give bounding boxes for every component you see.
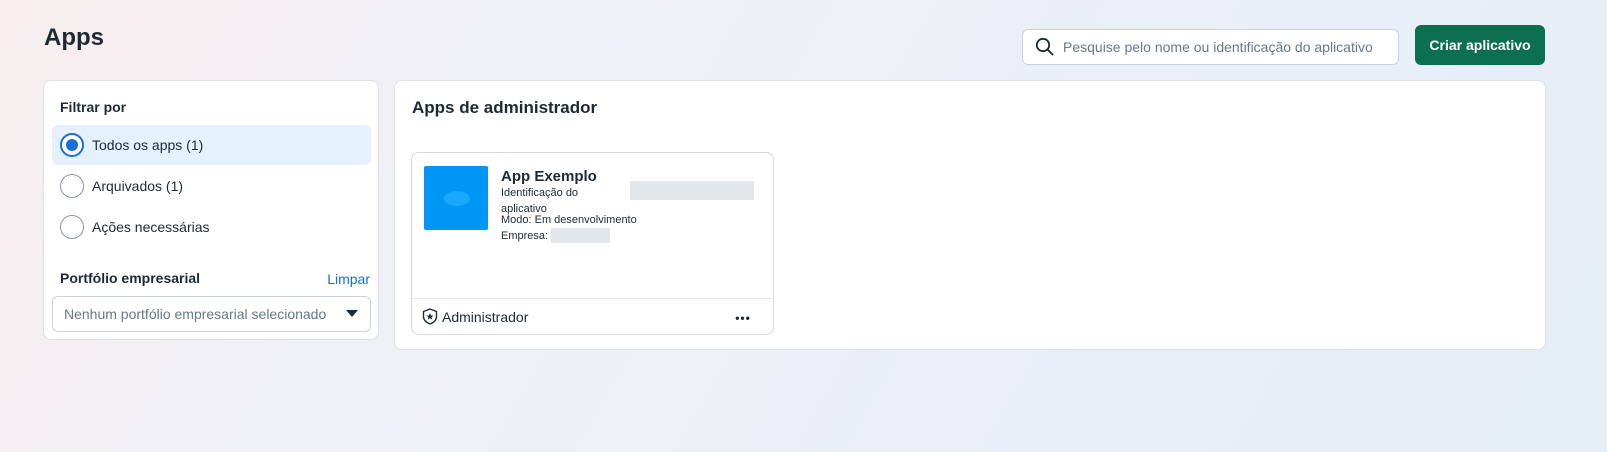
shield-star-icon — [422, 308, 438, 325]
search-input[interactable] — [1063, 39, 1393, 55]
app-card[interactable]: App Exemplo Identificação do aplicativo … — [411, 152, 774, 335]
more-options-button[interactable]: ••• — [729, 306, 757, 330]
app-name: App Exemplo — [501, 168, 597, 185]
create-app-button[interactable]: Criar aplicativo — [1415, 25, 1545, 65]
app-icon — [424, 166, 488, 230]
app-mode: Modo: Em desenvolvimento — [501, 214, 637, 226]
filter-option-label: Arquivados (1) — [92, 178, 184, 194]
app-card-footer: Administrador ••• — [412, 298, 773, 334]
search-icon — [1035, 37, 1054, 56]
search-box[interactable] — [1022, 29, 1399, 65]
more-icon: ••• — [735, 311, 751, 325]
portfolio-select[interactable]: Nenhum portfólio empresarial selecionado — [52, 296, 371, 332]
caret-down-icon — [346, 310, 358, 317]
radio-button[interactable] — [60, 174, 84, 198]
app-company-label: Empresa: — [501, 230, 549, 242]
filter-panel: Filtrar por Todos os apps (1) Arquivados… — [43, 80, 379, 340]
filter-option-all-apps[interactable]: Todos os apps (1) — [52, 125, 371, 165]
clear-link[interactable]: Limpar — [327, 271, 370, 287]
radio-button-checked[interactable] — [60, 133, 84, 157]
portfolio-title: Portfólio empresarial — [60, 270, 201, 286]
app-role: Administrador — [442, 308, 529, 325]
page-title: Apps — [44, 24, 104, 51]
redacted-company — [551, 228, 610, 243]
filter-option-actions-needed[interactable]: Ações necessárias — [52, 207, 371, 247]
filter-option-label: Todos os apps (1) — [92, 137, 204, 153]
redacted-app-id — [630, 181, 754, 200]
filter-title: Filtrar por — [60, 99, 127, 115]
radio-button[interactable] — [60, 215, 84, 239]
filter-option-label: Ações necessárias — [92, 219, 210, 235]
admin-apps-panel: Apps de administrador App Exemplo Identi… — [394, 80, 1546, 350]
filter-option-archived[interactable]: Arquivados (1) — [52, 166, 371, 206]
section-title: Apps de administrador — [412, 98, 598, 117]
portfolio-select-value: Nenhum portfólio empresarial selecionado — [64, 306, 327, 322]
